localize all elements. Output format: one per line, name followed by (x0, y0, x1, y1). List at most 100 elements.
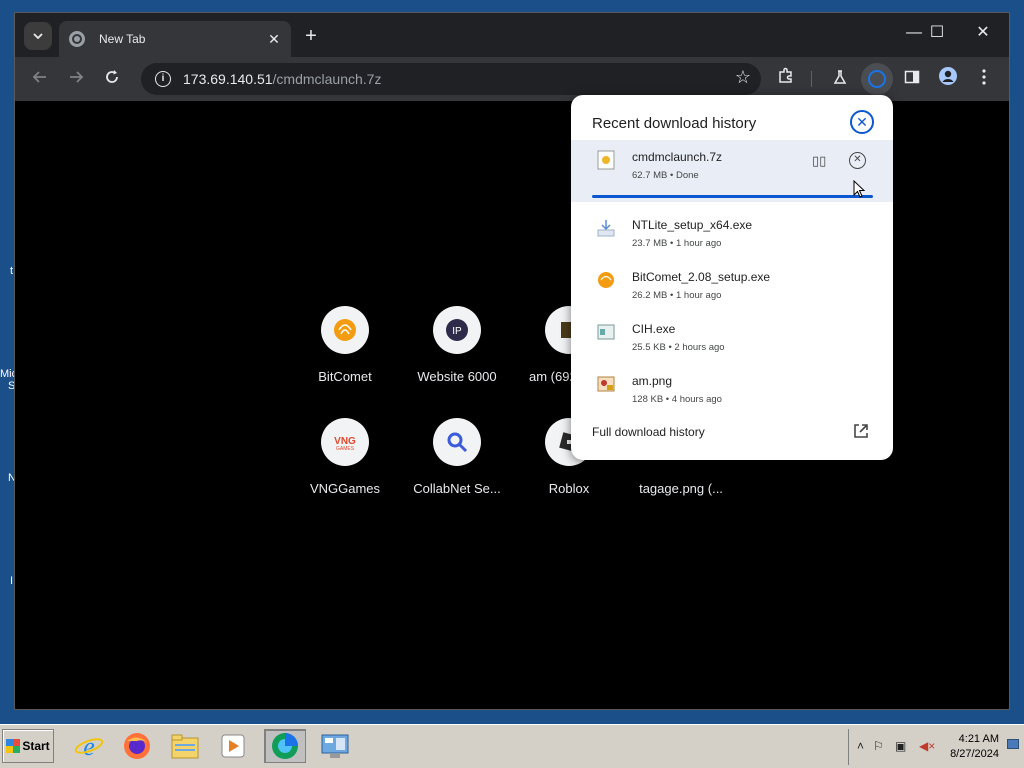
control-panel-icon (321, 734, 349, 758)
svg-text:GAMES: GAMES (336, 446, 355, 452)
address-bar[interactable]: i 173.69.140.51/cmdmclaunch.7z ☆ (141, 63, 761, 95)
shortcut-label: am (692 (529, 369, 573, 384)
download-progress-ring-icon (868, 70, 886, 88)
tab-strip: New Tab ✕ + — ☐ ✕ (15, 13, 1009, 57)
profile-avatar-icon (939, 67, 957, 85)
executable-file-icon (597, 324, 615, 340)
volume-muted-icon[interactable]: ◀× (919, 739, 935, 753)
download-filename: am.png (632, 374, 673, 388)
download-button[interactable] (861, 63, 893, 95)
network-icon[interactable]: ▣ (895, 739, 906, 753)
url-host: 173.69.140.51 (183, 71, 273, 87)
side-panel-button[interactable] (899, 66, 925, 92)
browser-app-icon (272, 733, 298, 759)
close-icon[interactable]: ✕ (850, 110, 874, 134)
bitcomet-icon (598, 272, 614, 288)
menu-button[interactable] (971, 66, 997, 92)
internet-explorer-icon: e (74, 732, 104, 761)
shortcut-tile[interactable]: am (692 (513, 306, 593, 384)
shortcut-tile[interactable]: VNG GAMES VNGGames (289, 418, 401, 496)
download-bubble-title: Recent download history (592, 115, 757, 132)
kebab-menu-icon (982, 69, 986, 85)
chevron-down-icon (33, 33, 43, 39)
pause-icon[interactable]: ▯▯ (812, 153, 826, 169)
shortcut-label: CollabNet Se... (413, 481, 501, 496)
arrow-left-icon (32, 71, 46, 83)
download-meta: 25.5 KB • 2 hours ago (632, 342, 725, 353)
shortcut-tile[interactable]: BitComet (289, 306, 401, 384)
start-button[interactable]: Start (2, 729, 54, 763)
reload-button[interactable] (99, 66, 125, 92)
download-item[interactable]: cmdmclaunch.7z 62.7 MB • Done ▯▯ ✕ (571, 140, 893, 202)
labs-button[interactable] (827, 66, 853, 92)
download-filename: NTLite_setup_x64.exe (632, 218, 753, 232)
archive-file-icon (597, 150, 615, 170)
flask-icon (833, 70, 847, 84)
taskbar-app-explorer[interactable] (164, 729, 206, 763)
taskbar-app-media-player[interactable] (212, 729, 254, 763)
svg-text:IP: IP (452, 326, 462, 337)
download-meta: 62.7 MB • Done (632, 170, 699, 181)
new-tab-button[interactable]: + (299, 25, 323, 49)
globe-icon (69, 31, 85, 47)
forward-button[interactable] (63, 66, 89, 92)
profile-button[interactable] (935, 66, 961, 92)
image-file-icon (597, 376, 615, 392)
info-icon[interactable]: i (155, 71, 171, 87)
download-filename: BitComet_2.08_setup.exe (632, 270, 771, 284)
vng-icon: VNG GAMES (321, 418, 369, 466)
puzzle-icon (779, 67, 792, 83)
url-path: /cmdmclaunch.7z (272, 71, 382, 87)
tab-new-tab[interactable]: New Tab ✕ (59, 21, 291, 57)
download-item[interactable]: CIH.exe 25.5 KB • 2 hours ago (571, 312, 893, 364)
taskbar-app-firefox[interactable] (116, 729, 158, 763)
show-hidden-icons-icon[interactable]: ˄ (857, 739, 864, 753)
tab-close-icon[interactable]: ✕ (263, 31, 285, 48)
download-item[interactable]: BitComet_2.08_setup.exe 26.2 MB • 1 hour… (571, 260, 893, 312)
tab-search-button[interactable] (24, 22, 52, 50)
reload-icon (106, 70, 118, 83)
taskbar-app-control-panel[interactable] (314, 729, 356, 763)
desktop-icon-label[interactable]: t (10, 265, 13, 277)
taskbar-app-internet-explorer[interactable]: e (68, 729, 110, 763)
taskbar: Start e ˄ ⚐ ▣ ◀× 4:21 AM 8/27/2024 (0, 724, 1024, 768)
taskbar-app-browser[interactable] (264, 729, 306, 763)
download-item[interactable]: am.png 128 KB • 4 hours ago (571, 364, 893, 416)
show-desktop-icon[interactable] (1007, 739, 1019, 749)
download-meta: 23.7 MB • 1 hour ago (632, 238, 722, 249)
shortcut-label: Website 6000 (417, 369, 497, 384)
shortcut-tile[interactable]: CollabNet Se... (401, 418, 513, 496)
clock-time: 4:21 AM (958, 733, 999, 745)
shortcut-tile[interactable]: IP Website 6000 (401, 306, 513, 384)
download-meta: 128 KB • 4 hours ago (632, 394, 722, 405)
download-bubble: Recent download history ✕ cmdmclaunch.7z… (571, 95, 893, 460)
toolbar-divider (811, 71, 812, 87)
open-in-new-icon[interactable] (853, 423, 869, 439)
shortcut-label: VNGGames (309, 481, 381, 496)
windows-logo-icon (6, 739, 21, 753)
url-text[interactable]: 173.69.140.51/cmdmclaunch.7z (183, 71, 381, 87)
action-center-flag-icon[interactable]: ⚐ (873, 739, 884, 753)
clock[interactable]: 4:21 AM 8/27/2024 (947, 732, 999, 762)
shortcut-label: Roblox (548, 481, 590, 496)
download-item[interactable]: NTLite_setup_x64.exe 23.7 MB • 1 hour ag… (571, 208, 893, 260)
back-button[interactable] (27, 66, 53, 92)
mouse-cursor-icon (853, 180, 865, 198)
full-download-history-link[interactable]: Full download history (592, 425, 705, 439)
extensions-button[interactable] (773, 66, 799, 92)
magnifier-icon (433, 418, 481, 466)
cancel-download-icon[interactable]: ✕ (849, 152, 866, 169)
installer-file-icon (597, 220, 615, 237)
close-window-button[interactable]: ✕ (961, 19, 1005, 47)
shortcut-label: BitComet (318, 369, 372, 384)
folder-icon (171, 734, 199, 759)
bitcomet-icon (321, 306, 369, 354)
tab-title: New Tab (99, 32, 146, 46)
system-tray: ˄ ⚐ ▣ ◀× 4:21 AM 8/27/2024 (848, 729, 1024, 765)
maximize-button[interactable]: ☐ (915, 19, 959, 47)
desktop-icon-label[interactable]: I (10, 575, 13, 587)
side-panel-icon (904, 70, 920, 84)
firefox-icon (124, 733, 150, 759)
download-filename: CIH.exe (632, 322, 676, 336)
bookmark-star-icon[interactable]: ☆ (735, 67, 751, 88)
